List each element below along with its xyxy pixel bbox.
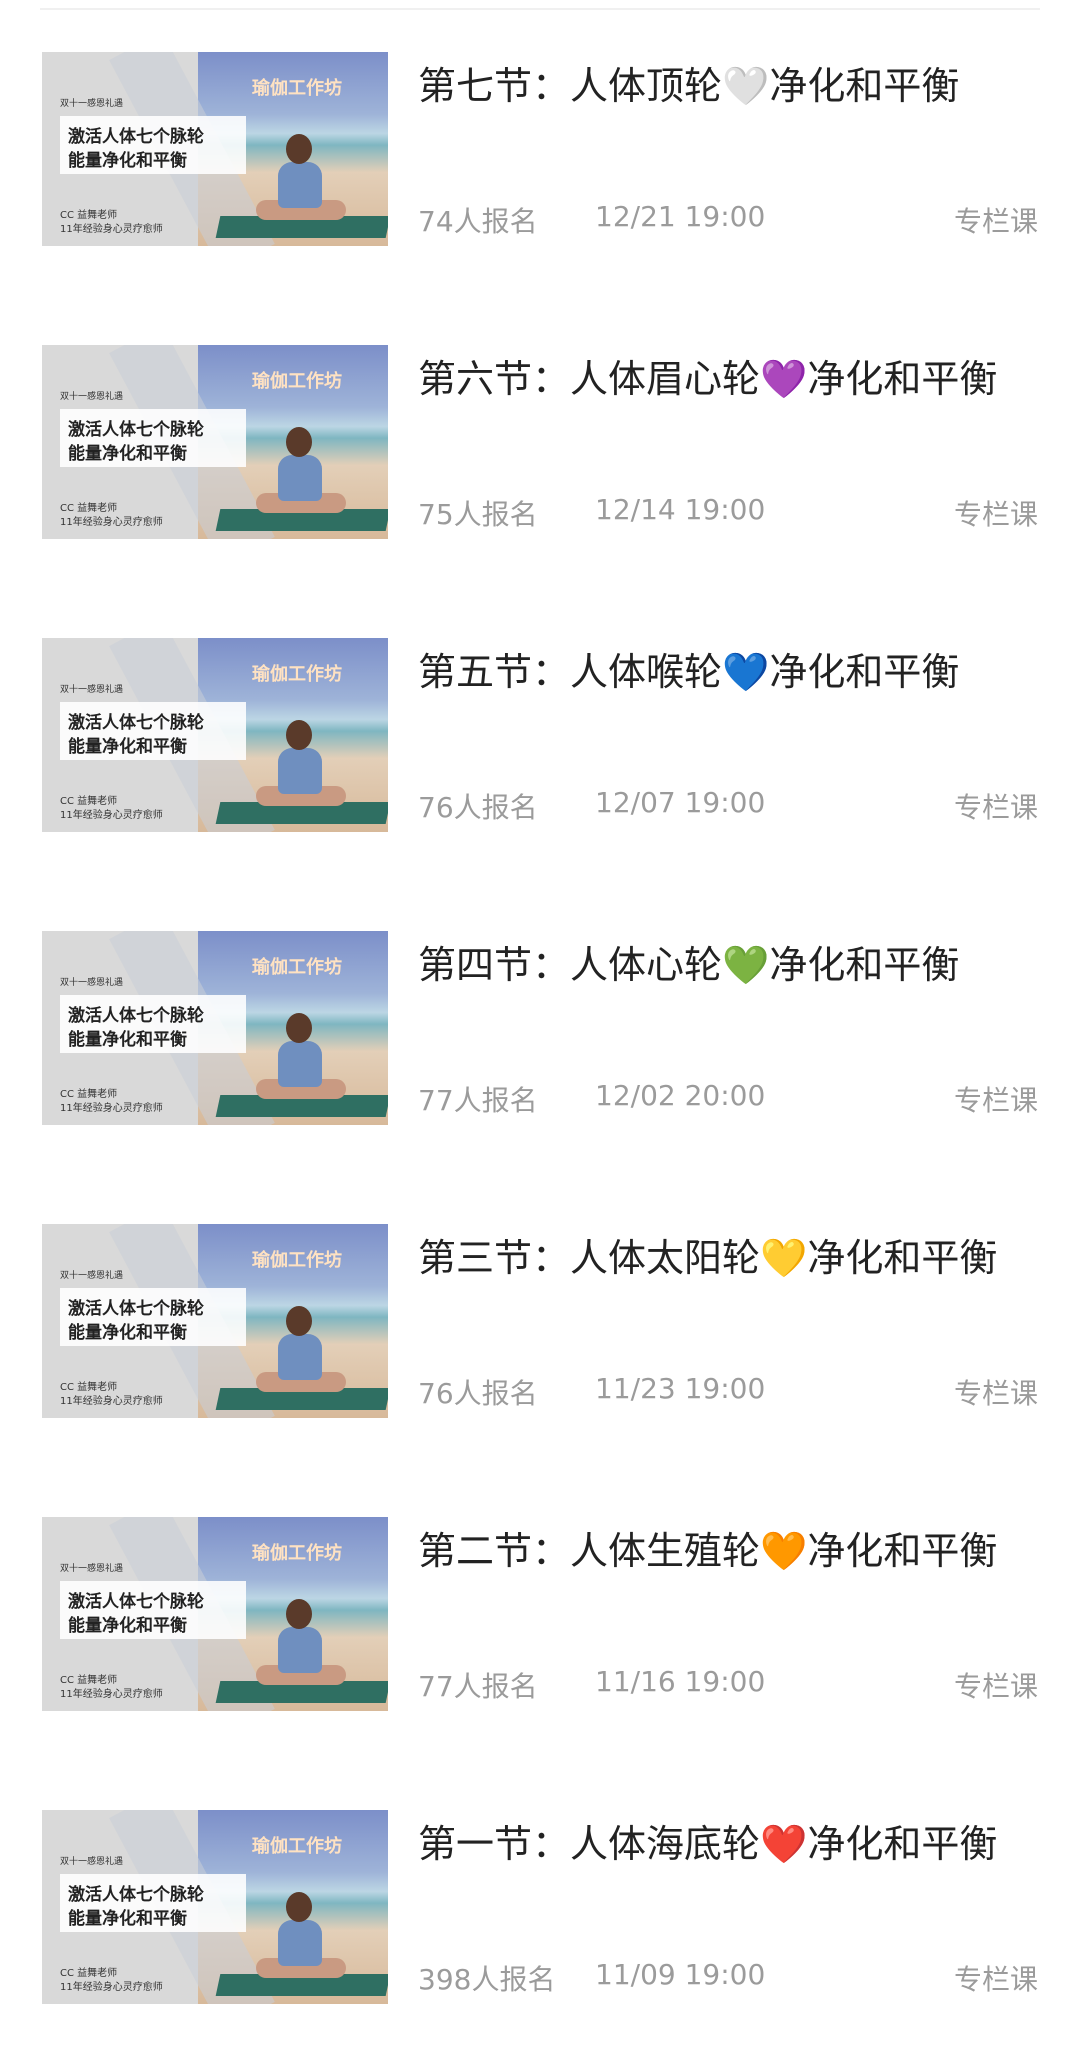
list-item[interactable]: 双十一感恩礼遇 瑜伽工作坊 激活人体七个脉轮 能量净化和平衡 CC 益舞老师 1… [0,1517,1080,1747]
thumbnail-brand: 瑜伽工作坊 [252,664,342,685]
signup-count: 76人报名 [418,1377,538,1410]
list-item[interactable]: 双十一感恩礼遇 瑜伽工作坊 激活人体七个脉轮 能量净化和平衡 CC 益舞老师 1… [0,345,1080,575]
lesson-time: 12/14 19:00 [595,493,766,526]
thumbnail-title-line1: 激活人体七个脉轮 [68,1006,204,1026]
thumbnail-title-line2: 能量净化和平衡 [68,1030,187,1050]
thumbnail-title-line2: 能量净化和平衡 [68,151,187,171]
thumbnail-title-box: 激活人体七个脉轮 能量净化和平衡 [60,409,246,467]
list-item[interactable]: 双十一感恩礼遇 瑜伽工作坊 激活人体七个脉轮 能量净化和平衡 CC 益舞老师 1… [0,931,1080,1161]
thumbnail-tag: 双十一感恩礼遇 [60,1564,124,1574]
thumbnail-title-box: 激活人体七个脉轮 能量净化和平衡 [60,1288,246,1346]
thumbnail-experience: 11年经验身心灵疗愈师 [60,1103,163,1114]
lesson-type: 专栏课 [953,498,1038,531]
thumbnail-experience: 11年经验身心灵疗愈师 [60,1689,163,1700]
thumbnail-experience: 11年经验身心灵疗愈师 [60,224,163,235]
thumbnail-experience: 11年经验身心灵疗愈师 [60,1396,163,1407]
lesson-title[interactable]: 第六节：人体眉心轮💜净化和平衡 [418,351,1018,407]
lesson-thumbnail: 双十一感恩礼遇 瑜伽工作坊 激活人体七个脉轮 能量净化和平衡 CC 益舞老师 1… [42,345,388,539]
lesson-type: 专栏课 [953,1670,1038,1703]
thumbnail-experience: 11年经验身心灵疗愈师 [60,1982,163,1993]
thumbnail-title-line1: 激活人体七个脉轮 [68,420,204,440]
lesson-title[interactable]: 第一节：人体海底轮❤️净化和平衡 [418,1816,1018,1872]
thumbnail-tag: 双十一感恩礼遇 [60,99,124,109]
signup-count: 77人报名 [418,1670,538,1703]
lesson-thumbnail: 双十一感恩礼遇 瑜伽工作坊 激活人体七个脉轮 能量净化和平衡 CC 益舞老师 1… [42,52,388,246]
lesson-time: 12/02 20:00 [595,1079,766,1112]
thumbnail-tag: 双十一感恩礼遇 [60,978,124,988]
thumbnail-title-line2: 能量净化和平衡 [68,1616,187,1636]
thumbnail-title-box: 激活人体七个脉轮 能量净化和平衡 [60,116,246,174]
thumbnail-title-box: 激活人体七个脉轮 能量净化和平衡 [60,1874,246,1932]
thumbnail-brand: 瑜伽工作坊 [252,1543,342,1564]
thumbnail-experience: 11年经验身心灵疗愈师 [60,517,163,528]
thumbnail-teacher: CC 益舞老师 [60,1382,118,1393]
lesson-time: 12/07 19:00 [595,786,766,819]
lesson-title[interactable]: 第七节：人体顶轮🤍净化和平衡 [418,58,1018,114]
signup-count: 75人报名 [418,498,538,531]
top-divider [40,8,1040,10]
lesson-title[interactable]: 第二节：人体生殖轮🧡净化和平衡 [418,1523,1018,1579]
list-item[interactable]: 双十一感恩礼遇 瑜伽工作坊 激活人体七个脉轮 能量净化和平衡 CC 益舞老师 1… [0,1810,1080,2040]
lesson-type: 专栏课 [953,1377,1038,1410]
thumbnail-title-line1: 激活人体七个脉轮 [68,713,204,733]
thumbnail-brand: 瑜伽工作坊 [252,1836,342,1857]
thumbnail-teacher: CC 益舞老师 [60,1675,118,1686]
signup-count: 398人报名 [418,1963,556,1996]
thumbnail-brand: 瑜伽工作坊 [252,1250,342,1271]
lesson-title[interactable]: 第四节：人体心轮💚净化和平衡 [418,937,1018,993]
lesson-thumbnail: 双十一感恩礼遇 瑜伽工作坊 激活人体七个脉轮 能量净化和平衡 CC 益舞老师 1… [42,1224,388,1418]
list-item[interactable]: 双十一感恩礼遇 瑜伽工作坊 激活人体七个脉轮 能量净化和平衡 CC 益舞老师 1… [0,52,1080,282]
thumbnail-title-line2: 能量净化和平衡 [68,737,187,757]
thumbnail-tag: 双十一感恩礼遇 [60,1271,124,1281]
thumbnail-tag: 双十一感恩礼遇 [60,1857,124,1867]
thumbnail-title-line2: 能量净化和平衡 [68,1323,187,1343]
list-item[interactable]: 双十一感恩礼遇 瑜伽工作坊 激活人体七个脉轮 能量净化和平衡 CC 益舞老师 1… [0,638,1080,868]
thumbnail-title-line2: 能量净化和平衡 [68,1909,187,1929]
lesson-time: 11/23 19:00 [595,1372,766,1405]
thumbnail-brand: 瑜伽工作坊 [252,957,342,978]
thumbnail-teacher: CC 益舞老师 [60,503,118,514]
thumbnail-tag: 双十一感恩礼遇 [60,392,124,402]
thumbnail-title-line1: 激活人体七个脉轮 [68,1299,204,1319]
signup-count: 77人报名 [418,1084,538,1117]
thumbnail-brand: 瑜伽工作坊 [252,371,342,392]
thumbnail-teacher: CC 益舞老师 [60,796,118,807]
lesson-type: 专栏课 [953,205,1038,238]
lesson-thumbnail: 双十一感恩礼遇 瑜伽工作坊 激活人体七个脉轮 能量净化和平衡 CC 益舞老师 1… [42,638,388,832]
thumbnail-title-line2: 能量净化和平衡 [68,444,187,464]
lesson-time: 12/21 19:00 [595,200,766,233]
thumbnail-teacher: CC 益舞老师 [60,1968,118,1979]
lesson-thumbnail: 双十一感恩礼遇 瑜伽工作坊 激活人体七个脉轮 能量净化和平衡 CC 益舞老师 1… [42,1810,388,2004]
thumbnail-title-line1: 激活人体七个脉轮 [68,1885,204,1905]
lesson-type: 专栏课 [953,1084,1038,1117]
thumbnail-title-box: 激活人体七个脉轮 能量净化和平衡 [60,1581,246,1639]
thumbnail-teacher: CC 益舞老师 [60,1089,118,1100]
thumbnail-title-line1: 激活人体七个脉轮 [68,127,204,147]
lesson-time: 11/16 19:00 [595,1665,766,1698]
thumbnail-teacher: CC 益舞老师 [60,210,118,221]
lesson-thumbnail: 双十一感恩礼遇 瑜伽工作坊 激活人体七个脉轮 能量净化和平衡 CC 益舞老师 1… [42,931,388,1125]
lesson-time: 11/09 19:00 [595,1958,766,1991]
lesson-type: 专栏课 [953,791,1038,824]
list-item[interactable]: 双十一感恩礼遇 瑜伽工作坊 激活人体七个脉轮 能量净化和平衡 CC 益舞老师 1… [0,1224,1080,1454]
thumbnail-title-line1: 激活人体七个脉轮 [68,1592,204,1612]
lesson-type: 专栏课 [953,1963,1038,1996]
lesson-thumbnail: 双十一感恩礼遇 瑜伽工作坊 激活人体七个脉轮 能量净化和平衡 CC 益舞老师 1… [42,1517,388,1711]
thumbnail-experience: 11年经验身心灵疗愈师 [60,810,163,821]
thumbnail-title-box: 激活人体七个脉轮 能量净化和平衡 [60,702,246,760]
thumbnail-title-box: 激活人体七个脉轮 能量净化和平衡 [60,995,246,1053]
thumbnail-tag: 双十一感恩礼遇 [60,685,124,695]
lesson-title[interactable]: 第三节：人体太阳轮💛净化和平衡 [418,1230,1018,1286]
signup-count: 74人报名 [418,205,538,238]
lesson-title[interactable]: 第五节：人体喉轮💙净化和平衡 [418,644,1018,700]
signup-count: 76人报名 [418,791,538,824]
thumbnail-brand: 瑜伽工作坊 [252,78,342,99]
